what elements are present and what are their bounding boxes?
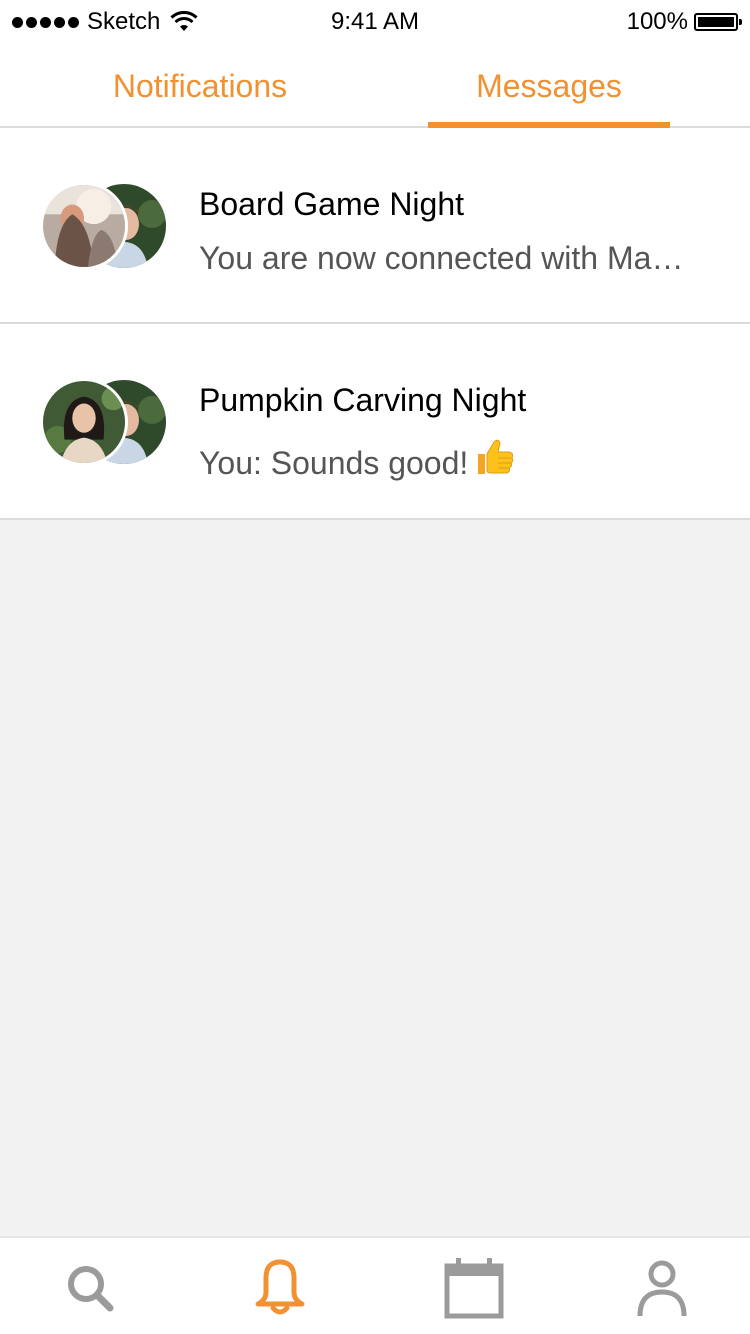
bottom-tab-bar (0, 1236, 750, 1334)
conversation-preview-text: You: Sounds good! (199, 445, 469, 481)
search-icon[interactable] (58, 1256, 122, 1320)
conversation-title: Pumpkin Carving Night (199, 382, 527, 418)
conversation-row[interactable]: Board Game Night You are now connected w… (0, 128, 750, 324)
conversation-preview: You: Sounds good! (199, 436, 714, 482)
conversation-title: Board Game Night (199, 186, 465, 222)
status-right: 100% (626, 8, 742, 36)
bell-icon[interactable] (248, 1256, 312, 1320)
conversation-row[interactable]: Pumpkin Carving Night You: Sounds good! (0, 324, 750, 520)
group-avatars (40, 378, 166, 466)
tab-messages[interactable]: Messages (428, 44, 670, 128)
profile-icon[interactable] (630, 1256, 694, 1320)
avatar (40, 378, 128, 466)
status-bar: Sketch 9:41 AM 100% (0, 0, 750, 44)
avatar (40, 182, 128, 270)
thumbs-up-icon (478, 439, 514, 474)
battery-percentage: 100% (626, 8, 688, 35)
conversation-preview: You are now connected with Ma… (199, 240, 684, 276)
segment-tabs: Notifications Messages (0, 44, 750, 128)
group-avatars (40, 182, 166, 270)
tab-notifications[interactable]: Notifications (80, 44, 320, 128)
conversation-list: Board Game Night You are now connected w… (0, 128, 750, 520)
battery-icon (694, 13, 742, 31)
calendar-icon[interactable] (442, 1256, 506, 1320)
